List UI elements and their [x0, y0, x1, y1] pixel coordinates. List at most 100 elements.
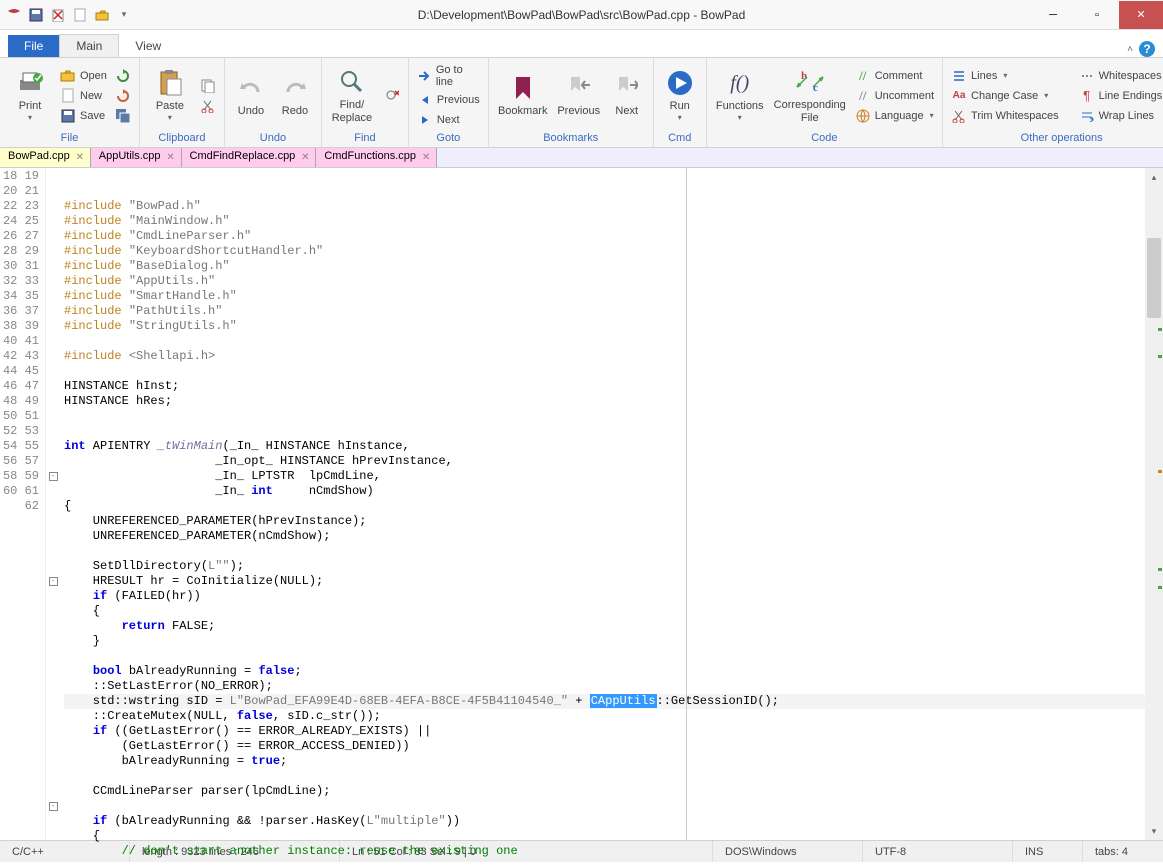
pilcrow-icon: ¶: [1079, 88, 1095, 104]
functions-icon: f(): [730, 68, 749, 98]
functions-button[interactable]: f() Functions ▾: [713, 66, 767, 125]
file-tab[interactable]: File: [8, 35, 59, 57]
scroll-thumb[interactable]: [1147, 238, 1161, 318]
lines-icon: [951, 68, 967, 84]
open-icon[interactable]: [92, 5, 112, 25]
goto-line-button[interactable]: Go to line: [415, 63, 482, 89]
vertical-guide: [686, 168, 687, 840]
redo-button[interactable]: Redo: [275, 71, 315, 119]
ribbon-group-bookmarks: Bookmark Previous Next Bookmarks: [489, 58, 654, 147]
comment-icon: //: [855, 68, 871, 84]
vertical-scrollbar[interactable]: ▴ ▾: [1145, 168, 1163, 840]
uncomment-icon: //: [855, 88, 871, 104]
paste-button[interactable]: Paste ▾: [146, 66, 194, 125]
comment-button[interactable]: //Comment: [853, 67, 936, 85]
redo-icon: [282, 73, 308, 103]
code-editor[interactable]: #include "BowPad.h" #include "MainWindow…: [60, 168, 1145, 840]
tab-close-icon[interactable]: ✕: [74, 151, 86, 163]
undo-icon: [238, 73, 264, 103]
line-numbers: 18 19 20 21 22 23 24 25 26 27 28 29 30 3…: [0, 168, 46, 840]
reload-button[interactable]: [113, 67, 133, 85]
new-icon[interactable]: [70, 5, 90, 25]
tab-close-icon[interactable]: ✕: [299, 151, 311, 163]
tab-close-icon[interactable]: ✕: [165, 151, 177, 163]
case-icon: Aa: [951, 88, 967, 104]
wrap-icon: [1079, 108, 1095, 124]
goto-icon: [417, 68, 432, 84]
cut-button[interactable]: [198, 97, 218, 115]
reload2-icon: [115, 88, 131, 104]
bookmark-button[interactable]: Bookmark: [495, 71, 551, 119]
ribbon: Print ▾ Open New Save File Paste ▾: [0, 58, 1163, 148]
lines-button[interactable]: Lines▾: [949, 67, 1061, 85]
copy-button[interactable]: [198, 77, 218, 95]
goto-next-button[interactable]: Next: [415, 111, 482, 129]
reload2-button[interactable]: [113, 87, 133, 105]
ribbon-group-find: Find/ Replace Find: [322, 58, 409, 147]
new-button[interactable]: New: [58, 87, 109, 105]
bookmark-next-button[interactable]: Next: [607, 71, 647, 119]
search-icon: [339, 67, 365, 97]
status-encoding[interactable]: UTF-8: [863, 841, 1013, 862]
status-eol[interactable]: DOS\Windows: [713, 841, 863, 862]
prev-icon: [417, 92, 433, 108]
tab-close-icon[interactable]: ✕: [420, 151, 432, 163]
wrap-lines-button[interactable]: Wrap Lines: [1077, 107, 1163, 125]
trim-button[interactable]: Trim Whitespaces: [949, 107, 1061, 125]
ribbon-group-other: Lines▾ AaChange Case▾ Trim Whitespaces W…: [943, 58, 1163, 147]
view-tab[interactable]: View: [119, 35, 177, 57]
scroll-up-icon[interactable]: ▴: [1145, 168, 1163, 186]
document-tab[interactable]: BowPad.cpp✕: [0, 148, 91, 167]
corresponding-file-button[interactable]: hc Corresponding File: [771, 65, 849, 125]
help-icon[interactable]: ?: [1139, 41, 1155, 57]
ribbon-group-code: f() Functions ▾ hc Corresponding File //…: [707, 58, 943, 147]
delete-icon[interactable]: [48, 5, 68, 25]
undo-button[interactable]: Undo: [231, 71, 271, 119]
bowpad-icon[interactable]: [4, 5, 24, 25]
goto-prev-button[interactable]: Previous: [415, 91, 482, 109]
save-button[interactable]: Save: [58, 107, 109, 125]
line-endings-button[interactable]: ¶Line Endings▾: [1077, 87, 1163, 105]
save-icon[interactable]: [26, 5, 46, 25]
next-icon: [417, 112, 433, 128]
ribbon-group-file: Print ▾ Open New Save File: [0, 58, 140, 147]
close-button[interactable]: ✕: [1119, 1, 1163, 29]
collapse-ribbon-icon[interactable]: ˄: [1127, 44, 1133, 55]
whitespaces-button[interactable]: Whitespaces▾: [1077, 67, 1163, 85]
bookmark-prev-button[interactable]: Previous: [555, 71, 603, 119]
change-case-button[interactable]: AaChange Case▾: [949, 87, 1061, 105]
saveas-button[interactable]: [113, 107, 133, 125]
open-button[interactable]: Open: [58, 67, 109, 85]
uncomment-button[interactable]: //Uncomment: [853, 87, 936, 105]
ribbon-group-clipboard: Paste ▾ Clipboard: [140, 58, 225, 147]
new-doc-icon: [60, 88, 76, 104]
scroll-down-icon[interactable]: ▾: [1145, 822, 1163, 840]
find-clear-button[interactable]: [382, 87, 402, 105]
bookmark-prev-icon: [568, 73, 590, 103]
trim-icon: [951, 108, 967, 124]
document-tab[interactable]: CmdFindReplace.cpp✕: [182, 148, 317, 167]
status-insert[interactable]: INS: [1013, 841, 1083, 862]
qat-dropdown-icon[interactable]: ▾: [114, 5, 134, 25]
run-button[interactable]: Run ▾: [660, 66, 700, 125]
document-tab[interactable]: CmdFunctions.cpp✕: [316, 148, 437, 167]
document-tab[interactable]: AppUtils.cpp✕: [91, 148, 182, 167]
run-icon: [667, 68, 693, 98]
titlebar: ▾ D:\Development\BowPad\BowPad\src\BowPa…: [0, 0, 1163, 30]
print-icon: [16, 68, 44, 98]
reload-icon: [115, 68, 131, 84]
language-icon: [855, 108, 871, 124]
status-tabs[interactable]: tabs: 4: [1083, 841, 1163, 862]
whitespace-icon: [1079, 68, 1095, 84]
language-button[interactable]: Language▾: [853, 107, 936, 125]
minimize-button[interactable]: ─: [1031, 1, 1075, 29]
quick-access-toolbar: ▾: [0, 5, 134, 25]
main-tab[interactable]: Main: [59, 34, 119, 57]
save-disk-icon: [60, 108, 76, 124]
clear-icon: [384, 88, 400, 104]
ribbon-group-undo: Undo Redo Undo: [225, 58, 322, 147]
find-replace-button[interactable]: Find/ Replace: [328, 65, 376, 125]
editor-area: 18 19 20 21 22 23 24 25 26 27 28 29 30 3…: [0, 168, 1163, 840]
maximize-button[interactable]: ▫: [1075, 1, 1119, 29]
print-button[interactable]: Print ▾: [6, 66, 54, 125]
